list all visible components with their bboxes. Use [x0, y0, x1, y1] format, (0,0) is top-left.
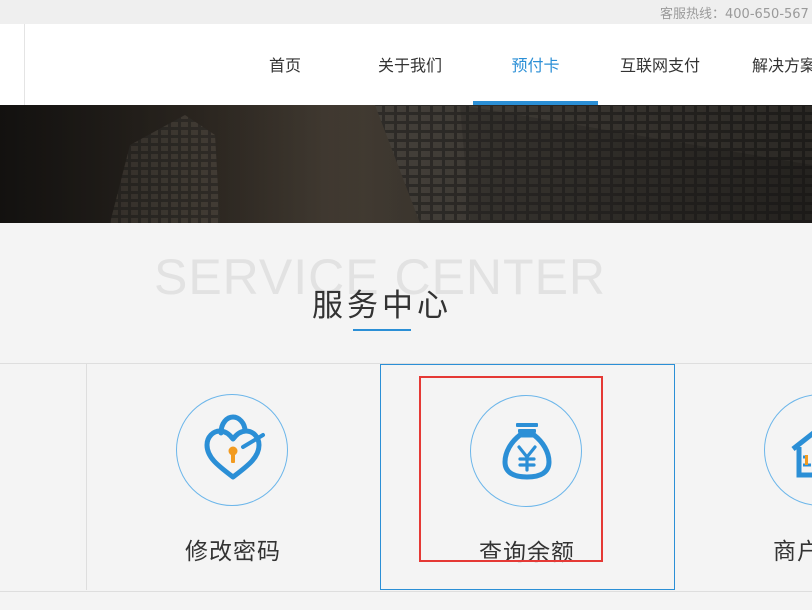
money-bag-icon [502, 423, 552, 480]
section-title-underline [353, 329, 411, 331]
service-icon-circle [176, 394, 288, 506]
section-title-cn: 服务中心 [312, 288, 452, 324]
service-tile-merchant[interactable]: 商户 [675, 364, 812, 590]
banner-image [0, 105, 812, 223]
hotline-text: 客服热线：400-650-567 [660, 7, 809, 22]
service-tile-change-password[interactable]: 修改密码 [87, 364, 380, 590]
header: 首页 关于我们 预付卡 互联网支付 解决方案 [0, 24, 812, 105]
nav-item-prepaid-card[interactable]: 预付卡 [473, 24, 598, 105]
service-tile-balance-inquiry[interactable]: 查询余额 [380, 364, 675, 590]
house-icon [791, 430, 812, 478]
service-label: 查询余额 [479, 540, 575, 566]
service-label: 商户 [773, 539, 812, 565]
logo-area-edge [0, 24, 25, 105]
service-label: 修改密码 [185, 539, 281, 565]
nav-item-solutions[interactable]: 解决方案 [752, 24, 812, 105]
city-buildings-illustration [0, 105, 812, 223]
nav-item-about[interactable]: 关于我们 [360, 24, 460, 105]
heart-lock-icon [204, 414, 265, 480]
nav-item-home[interactable]: 首页 [252, 24, 318, 105]
service-icon-circle [470, 395, 582, 507]
nav-item-internet-payment[interactable]: 互联网支付 [610, 24, 710, 105]
top-bar: 客服热线：400-650-567 [0, 0, 812, 24]
service-icon-circle [764, 394, 812, 506]
